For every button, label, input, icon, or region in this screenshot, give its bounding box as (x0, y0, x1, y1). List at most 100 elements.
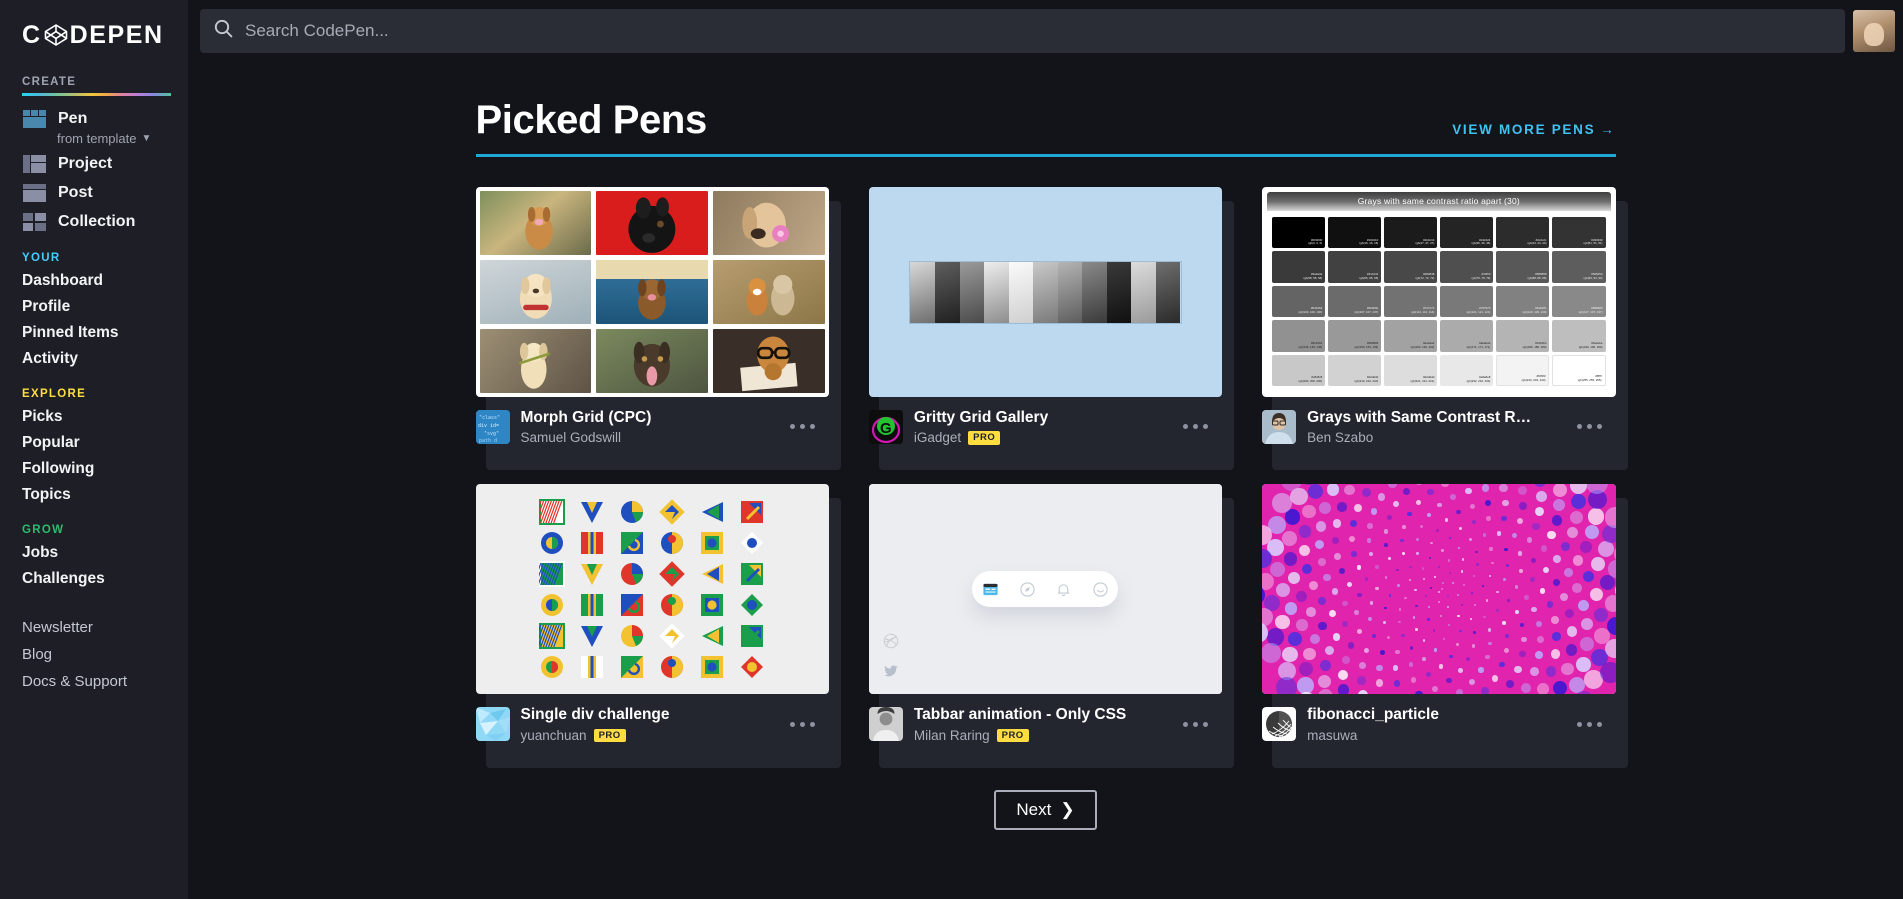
pen-title[interactable]: Gritty Grid Gallery (914, 408, 1168, 427)
rainbow-divider (22, 93, 171, 96)
sidebar-item-picks[interactable]: Picks (0, 404, 188, 430)
sidebar-item-challenges-label: Challenges (22, 570, 105, 588)
view-more-pens-link[interactable]: VIEW MORE PENS → (1452, 122, 1615, 140)
svg-text:G: G (880, 420, 892, 437)
gray-swatch: #484848 rgb(72, 72, 72) (1384, 251, 1438, 283)
sidebar-item-following-label: Following (22, 460, 95, 478)
gray-swatch: #999999 rgb(153, 153, 153) (1328, 320, 1382, 352)
from-template-label: from template (57, 131, 137, 146)
dribbble-icon[interactable] (883, 633, 899, 654)
pagination: Next ❯ (476, 789, 1616, 830)
svg-text:path d: path d (479, 438, 497, 444)
sidebar-item-from-template[interactable]: from template ▼ (0, 131, 188, 146)
gray-swatch: #4f4f4f rgb(79, 79, 79) (1440, 251, 1494, 283)
author-avatar[interactable] (868, 707, 903, 742)
pen-author: Ben Szabo (1307, 430, 1561, 445)
sidebar-item-blog[interactable]: Blog (0, 641, 188, 668)
svg-text:"svg": "svg" (484, 431, 499, 437)
smiley-icon[interactable] (1092, 581, 1109, 598)
sidebar-item-picks-label: Picks (22, 408, 63, 426)
compass-icon[interactable] (1019, 581, 1036, 598)
sidebar-item-blog-label: Blog (22, 646, 53, 663)
author-avatar[interactable]: G (868, 409, 903, 444)
more-options-icon[interactable] (1573, 721, 1606, 727)
sidebar-item-jobs[interactable]: Jobs (0, 540, 188, 566)
search-bar[interactable] (200, 9, 1845, 53)
shape-tile (579, 654, 605, 680)
pen-title[interactable]: Grays with Same Contrast R… (1307, 408, 1561, 427)
pen-author-name[interactable]: yuanchuan (521, 728, 587, 743)
sidebar-item-topics[interactable]: Topics (0, 482, 188, 508)
pen-author-name[interactable]: Milan Raring (914, 728, 990, 743)
pen-title[interactable]: Single div challenge (521, 705, 775, 724)
sidebar-item-challenges[interactable]: Challenges (0, 566, 188, 592)
news-card-icon[interactable] (982, 581, 999, 598)
next-button[interactable]: Next ❯ (994, 789, 1097, 830)
author-avatar[interactable] (475, 707, 510, 742)
sidebar-item-pen[interactable]: Pen (0, 104, 188, 133)
more-options-icon[interactable] (1179, 721, 1212, 727)
sidebar-item-profile-label: Profile (22, 298, 71, 316)
sidebar-item-following[interactable]: Following (0, 456, 188, 482)
sidebar-item-project[interactable]: Project (0, 149, 188, 178)
author-avatar[interactable] (1262, 409, 1297, 444)
project-icon (22, 153, 47, 175)
sidebar-item-popular[interactable]: Popular (0, 430, 188, 456)
sidebar-item-dashboard[interactable]: Dashboard (0, 268, 188, 294)
search-input[interactable] (245, 21, 1831, 41)
sidebar-item-activity-label: Activity (22, 350, 78, 368)
search-icon (214, 19, 233, 43)
logo[interactable]: C DEPEN (0, 18, 188, 60)
sidebar-item-pinned-items-label: Pinned Items (22, 324, 119, 342)
social-links (883, 633, 899, 684)
pen-author-name[interactable]: Samuel Godswill (521, 430, 622, 445)
shape-tile (619, 530, 645, 556)
pen-author-name[interactable]: iGadget (914, 430, 961, 445)
gray-swatch: #3a3a3a rgb(58, 58, 58) (1272, 251, 1326, 283)
more-options-icon[interactable] (786, 721, 819, 727)
svg-text:"class": "class" (479, 415, 500, 421)
sidebar-item-profile[interactable]: Profile (0, 294, 188, 320)
more-options-icon[interactable] (1573, 424, 1606, 430)
pen-title[interactable]: Morph Grid (CPC) (521, 408, 775, 427)
user-avatar[interactable] (1853, 10, 1895, 52)
pen-card: "class" div id= "svg" path d Morph Grid … (475, 187, 841, 471)
shape-tile (659, 499, 685, 525)
pen-author: yuanchuan PRO (521, 728, 775, 743)
shape-tile (532, 622, 566, 649)
sidebar-item-activity[interactable]: Activity (0, 346, 188, 372)
gray-swatch: #a2a2a2 rgb(162, 162, 162) (1384, 320, 1438, 352)
sidebar-item-pinned-items[interactable]: Pinned Items (0, 320, 188, 346)
gray-swatch: #414141 rgb(65, 65, 65) (1328, 251, 1382, 283)
more-options-icon[interactable] (786, 424, 819, 430)
gray-swatch: #d2d2d2 rgb(210, 210, 210) (1328, 354, 1382, 386)
pen-author-name[interactable]: Ben Szabo (1307, 430, 1373, 445)
shape-tile (579, 499, 605, 525)
shape-tile (579, 530, 605, 556)
shape-tile (739, 592, 765, 618)
shape-tile (659, 530, 685, 556)
sidebar-item-post[interactable]: Post (0, 178, 188, 207)
pen-thumbnail[interactable] (868, 484, 1223, 695)
shape-tile (619, 561, 645, 587)
author-avatar[interactable] (1262, 707, 1297, 742)
sidebar-section-create: CREATE (22, 76, 77, 88)
pen-thumbnail[interactable] (868, 187, 1223, 397)
twitter-icon[interactable] (883, 663, 899, 684)
pen-thumbnail[interactable] (475, 484, 829, 695)
sidebar-item-docs-support[interactable]: Docs & Support (0, 668, 188, 695)
pen-thumbnail[interactable] (1262, 484, 1616, 695)
sidebar-item-popular-label: Popular (22, 434, 80, 452)
pen-title[interactable]: Tabbar animation - Only CSS (914, 705, 1168, 724)
more-options-icon[interactable] (1179, 424, 1212, 430)
grays-heading: Grays with same contrast ratio apart (30… (1267, 192, 1611, 211)
pen-thumbnail[interactable]: Grays with same contrast ratio apart (30… (1262, 187, 1616, 397)
pen-thumbnail[interactable] (475, 187, 829, 397)
pen-author-name[interactable]: masuwa (1307, 728, 1357, 743)
pen-title[interactable]: fibonacci_particle (1307, 705, 1561, 724)
author-avatar[interactable]: "class" div id= "svg" path d (475, 409, 510, 444)
sidebar-item-collection[interactable]: Collection (0, 207, 188, 236)
post-icon (22, 182, 47, 204)
bell-icon[interactable] (1055, 581, 1072, 598)
sidebar-item-newsletter[interactable]: Newsletter (0, 614, 188, 641)
